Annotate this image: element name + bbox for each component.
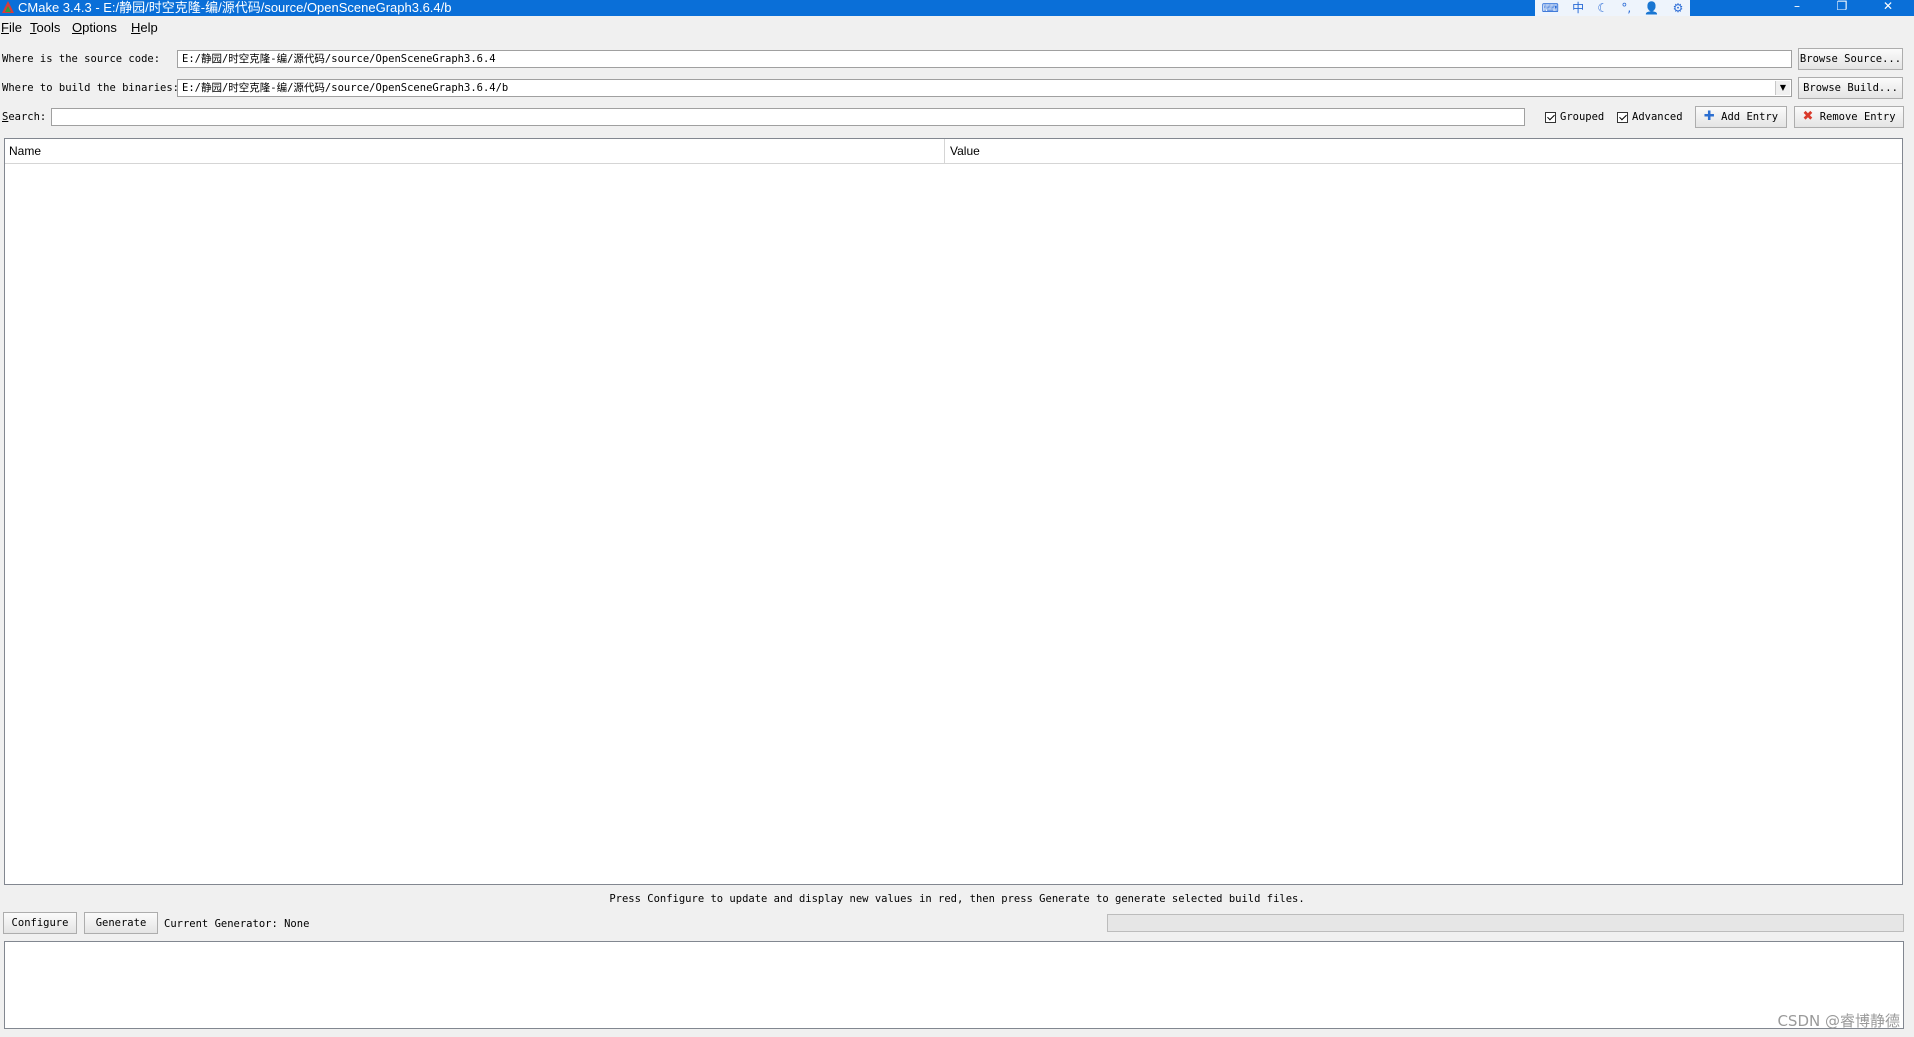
ime-toolbar[interactable]: ⌨ 中 ☾ °, 👤 ⚙ (1535, 0, 1690, 16)
watermark: CSDN @睿博静德 (1777, 1012, 1900, 1030)
progress-bar (1107, 914, 1904, 932)
close-button[interactable]: ✕ (1866, 0, 1910, 16)
configure-button[interactable]: Configure (3, 912, 77, 934)
output-log[interactable] (4, 941, 1904, 1029)
menu-options[interactable]: Options (72, 20, 117, 35)
cmake-logo-icon (2, 1, 14, 13)
table-header: Name Value (5, 139, 1902, 164)
gear-icon[interactable]: ⚙ (1673, 0, 1684, 16)
window-title: CMake 3.4.3 - E:/静园/时空克隆-编/源代码/source/Op… (18, 0, 452, 15)
punctuation-icon[interactable]: °, (1621, 0, 1631, 16)
title-bar[interactable]: CMake 3.4.3 - E:/静园/时空克隆-编/源代码/source/Op… (0, 0, 1914, 16)
remove-entry-button[interactable]: ✖ Remove Entry (1794, 106, 1904, 128)
grouped-check-icon[interactable] (1545, 111, 1556, 123)
advanced-checkbox[interactable]: Advanced (1617, 111, 1683, 123)
browse-source-button[interactable]: Browse Source... (1798, 48, 1903, 70)
chinese-mode-icon[interactable]: 中 (1572, 0, 1584, 16)
advanced-check-icon[interactable] (1617, 111, 1628, 123)
restore-button[interactable]: ❐ (1820, 0, 1864, 16)
cache-table[interactable]: Name Value (4, 138, 1903, 885)
chevron-down-icon[interactable]: ▼ (1775, 81, 1790, 95)
browse-build-button[interactable]: Browse Build... (1798, 77, 1903, 99)
input-method-icon[interactable]: ⌨ (1542, 0, 1559, 16)
menu-tools[interactable]: Tools (30, 20, 60, 35)
build-path-value: E:/静园/时空克隆-编/源代码/source/OpenSceneGraph3.… (182, 82, 509, 94)
current-generator-label: Current Generator: None (164, 918, 310, 930)
menu-bar: File Tools Options Help (0, 16, 1914, 38)
generate-button[interactable]: Generate (84, 912, 158, 934)
moon-icon[interactable]: ☾ (1597, 0, 1608, 16)
minimize-button[interactable]: – (1775, 0, 1819, 16)
build-path-combobox[interactable]: E:/静园/时空克隆-编/源代码/source/OpenSceneGraph3.… (177, 79, 1792, 97)
build-label: Where to build the binaries: (2, 82, 180, 94)
column-header-value[interactable]: Value (946, 139, 1902, 163)
search-input[interactable] (51, 108, 1525, 126)
column-header-name[interactable]: Name (5, 139, 945, 163)
remove-x-icon: ✖ (1802, 109, 1814, 124)
menu-help[interactable]: Help (131, 20, 158, 35)
source-label: Where is the source code: (2, 53, 161, 65)
menu-file[interactable]: File (1, 20, 22, 35)
search-label: Search: (2, 111, 47, 123)
plus-icon: ✚ (1703, 109, 1715, 124)
user-icon[interactable]: 👤 (1644, 0, 1659, 16)
status-message: Press Configure to update and display ne… (609, 893, 1305, 905)
add-entry-button[interactable]: ✚ Add Entry (1695, 106, 1787, 128)
grouped-checkbox[interactable]: Grouped (1545, 111, 1604, 123)
source-path-input[interactable]: E:/静园/时空克隆-编/源代码/source/OpenSceneGraph3.… (177, 50, 1792, 68)
